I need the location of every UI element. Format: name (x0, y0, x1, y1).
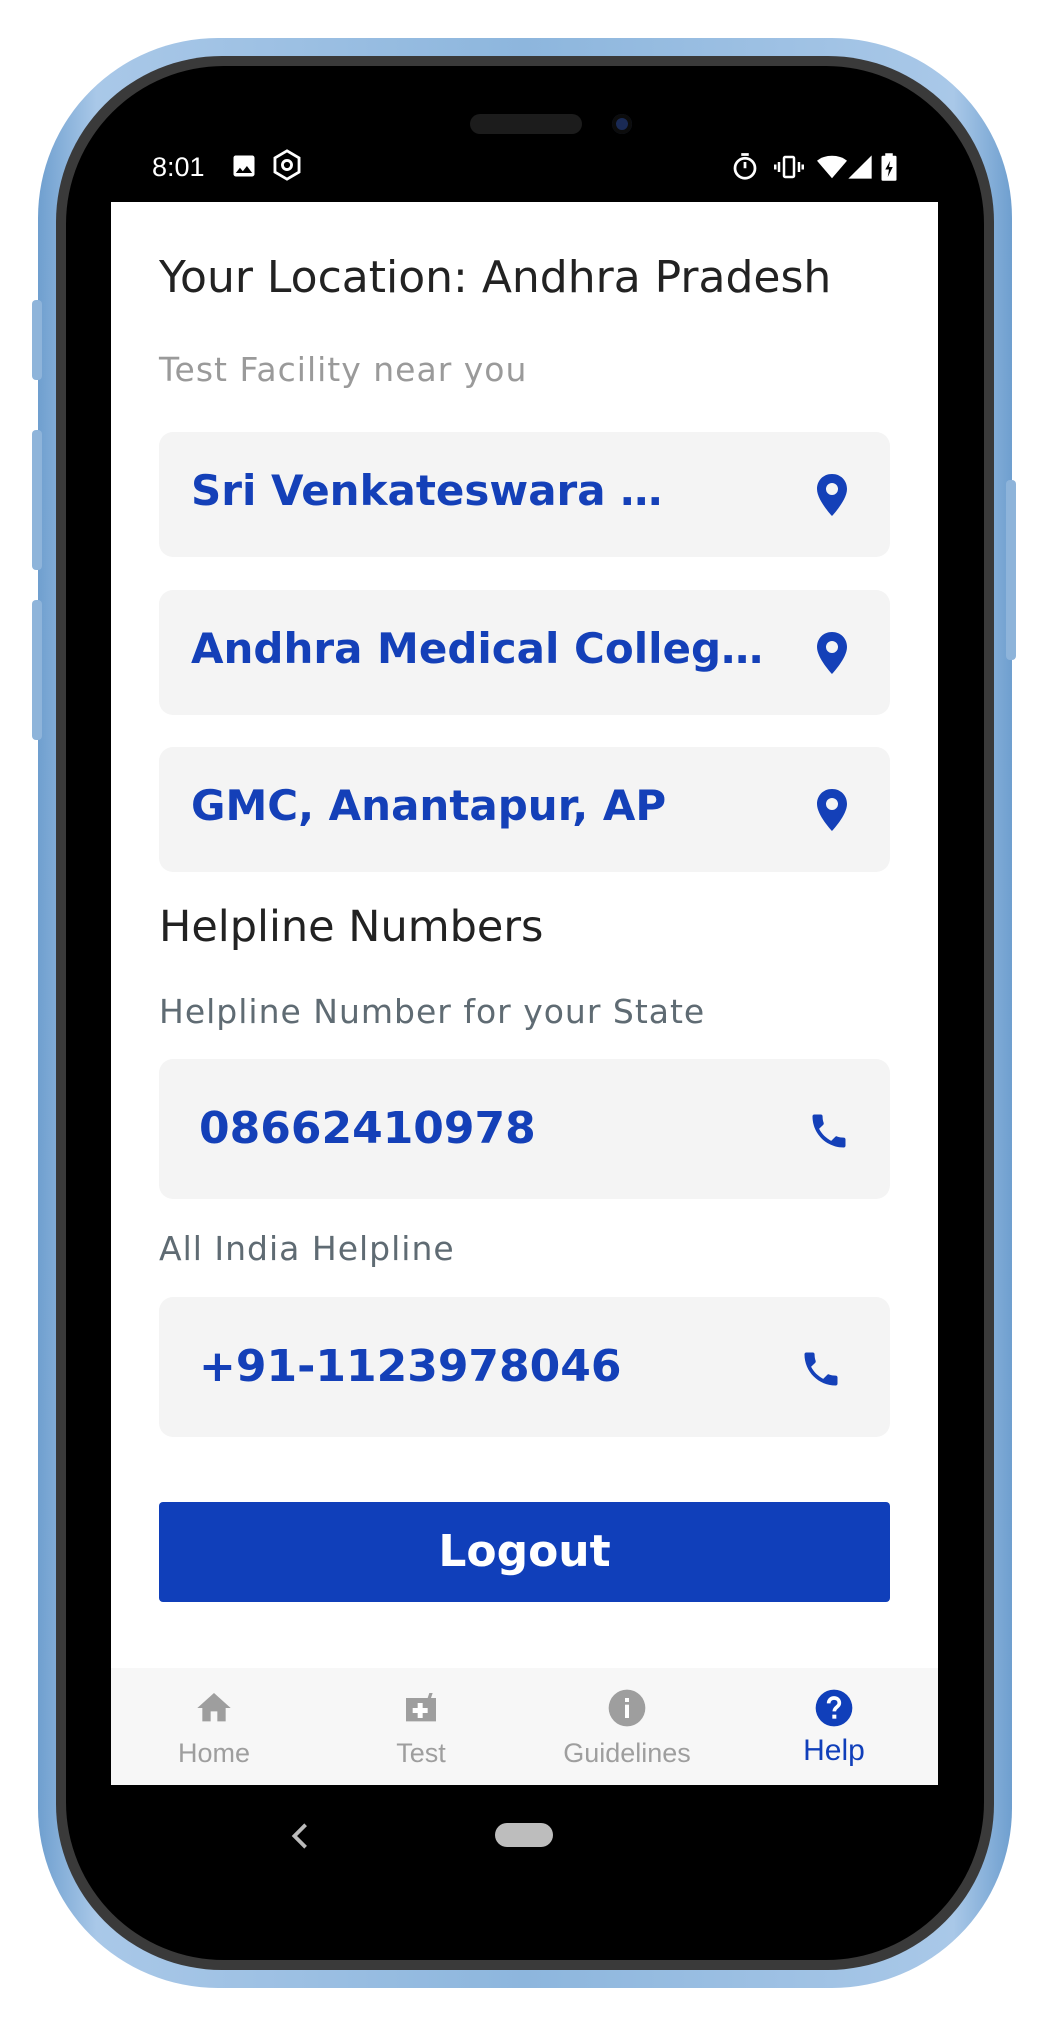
nav-item-help[interactable]: Help (731, 1668, 937, 1785)
power-button (1006, 480, 1016, 660)
vibrate-icon (774, 155, 804, 179)
india-helpline-number: +91-1123978046 (199, 1341, 622, 1392)
facility-name: GMC, Anantapur, AP (191, 781, 667, 830)
help-icon (815, 1689, 853, 1727)
nav-label-help: Help (803, 1734, 865, 1767)
wifi-icon (817, 155, 847, 179)
settings-hex-icon (273, 149, 301, 181)
signal-icon (848, 155, 872, 179)
app-screen: Your Location: Andhra Pradesh Test Facil… (111, 202, 938, 1785)
nav-item-home[interactable]: Home (111, 1668, 317, 1785)
state-helpline-card[interactable]: 08662410978 (159, 1059, 890, 1199)
nav-item-test[interactable]: Test (318, 1668, 524, 1785)
back-icon[interactable] (287, 1821, 313, 1851)
home-pill[interactable] (495, 1823, 553, 1847)
volume-up-button (32, 430, 42, 570)
nav-label-home: Home (177, 1738, 251, 1768)
timer-icon (733, 153, 757, 180)
facility-name: Andhra Medical College,… (191, 624, 786, 673)
test-kit-icon (406, 1693, 436, 1722)
location-pin-icon[interactable] (814, 787, 850, 833)
logout-button[interactable]: Logout (159, 1502, 890, 1602)
nav-label-test: Test (396, 1738, 446, 1768)
location-pin-icon[interactable] (814, 472, 850, 518)
home-icon (197, 1693, 231, 1722)
facility-card[interactable]: Andhra Medical College,… (159, 590, 890, 715)
system-navigation-bar (111, 1785, 938, 1885)
image-notification-icon (233, 155, 255, 177)
facility-card[interactable]: GMC, Anantapur, AP (159, 747, 890, 872)
state-helpline-label: Helpline Number for your State (159, 992, 706, 1031)
status-bar: 8:01 (110, 148, 940, 188)
status-time: 8:01 (152, 152, 205, 182)
helpline-section-title: Helpline Numbers (159, 902, 544, 952)
front-camera (612, 114, 632, 134)
location-pin-icon[interactable] (814, 630, 850, 676)
phone-icon[interactable] (807, 1109, 851, 1153)
state-helpline-number: 08662410978 (199, 1103, 536, 1154)
facility-card[interactable]: Sri Venkateswara … (159, 432, 890, 557)
volume-down-button (32, 600, 42, 740)
side-button (32, 300, 42, 380)
india-helpline-label: All India Helpline (159, 1229, 455, 1268)
bottom-navigation: Home Test Guidelines Help (111, 1668, 938, 1785)
facility-name: Sri Venkateswara … (191, 466, 663, 515)
info-icon (608, 1689, 646, 1727)
facility-subtitle: Test Facility near you (159, 350, 528, 389)
battery-icon (881, 153, 897, 181)
earpiece-speaker (470, 114, 582, 134)
nav-item-guidelines[interactable]: Guidelines (524, 1668, 730, 1785)
location-title: Your Location: Andhra Pradesh (159, 252, 832, 303)
nav-label-guidelines: Guidelines (563, 1738, 691, 1768)
phone-icon[interactable] (799, 1347, 843, 1391)
india-helpline-card[interactable]: +91-1123978046 (159, 1297, 890, 1437)
